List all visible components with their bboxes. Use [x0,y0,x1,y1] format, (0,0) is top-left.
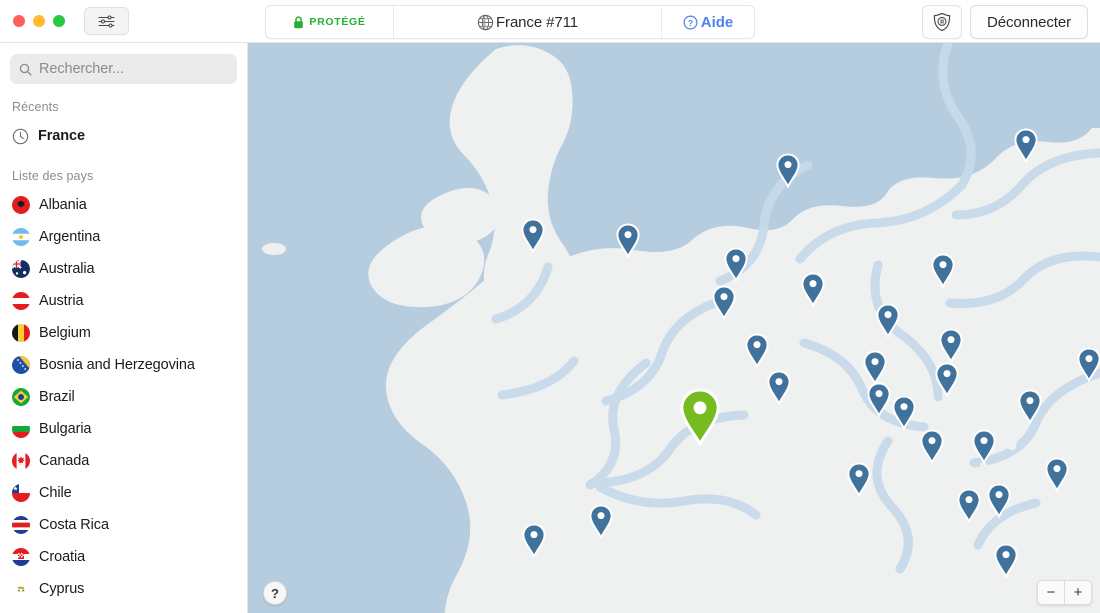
country-list: Albania Argentina Australia Austria Belg… [0,188,247,605]
flag-bulgaria-icon [12,420,30,438]
flag-chile-icon [12,484,30,502]
country-item-label: Belgium [39,325,91,341]
country-item-cyprus[interactable]: Cyprus [0,573,247,605]
flag-canada-icon [12,452,30,470]
country-item-costa-rica[interactable]: Costa Rica [0,509,247,541]
country-item-label: Canada [39,453,90,469]
search-icon [19,63,32,76]
country-item-albania[interactable]: Albania [0,189,247,221]
titlebar: PROTÉGÉ France #711 ? Aide Déconnecter [0,0,1100,43]
vpn-app-window: PROTÉGÉ France #711 ? Aide Déconnecter R… [0,0,1100,613]
country-item-canada[interactable]: Canada [0,445,247,477]
close-button[interactable] [13,15,25,27]
map-canvas[interactable]: ? − + [248,43,1100,613]
question-circle-icon: ? [683,15,698,29]
flag-albania-icon [12,196,30,214]
clock-icon [12,128,29,144]
map-help-button[interactable]: ? [263,581,287,605]
pause-button[interactable] [922,5,963,39]
main-content: Rechercher... Récents France Liste des p… [0,43,1100,613]
recents-label: Récents [12,100,59,114]
lock-icon [294,15,304,28]
country-item-belgium[interactable]: Belgium [0,317,247,349]
flag-belgium-icon [12,324,30,342]
country-item-chile[interactable]: Chile [0,477,247,509]
recent-item-france[interactable]: France [0,119,247,153]
country-item-label: Bosnia and Herzegovina [39,357,195,373]
country-item-bulgaria[interactable]: Bulgaria [0,413,247,445]
protected-status[interactable]: PROTÉGÉ [266,6,394,38]
toolbar-right-group: Déconnecter [922,5,1088,39]
flag-argentina-icon [12,228,30,246]
search-input[interactable]: Rechercher... [10,54,237,84]
disconnect-button[interactable]: Déconnecter [970,5,1088,39]
search-container: Rechercher... [0,43,247,84]
country-item-label: Bulgaria [39,421,92,437]
flag-costarica-icon [12,516,30,534]
country-item-label: Albania [39,197,87,213]
country-item-brazil[interactable]: Brazil [0,381,247,413]
search-placeholder: Rechercher... [39,61,124,77]
recent-item-label: France [38,128,85,144]
zoom-out-button[interactable]: − [1038,581,1065,604]
country-item-label: Australia [39,261,95,277]
globe-icon [477,14,494,30]
country-item-label: Brazil [39,389,75,405]
flag-brazil-icon [12,388,30,406]
country-item-label: Cyprus [39,581,85,597]
country-item-argentina[interactable]: Argentina [0,221,247,253]
minimize-button[interactable] [33,15,45,27]
server-selector[interactable]: France #711 [394,6,662,38]
map-zoom-controls: − + [1037,580,1092,605]
country-item-austria[interactable]: Austria [0,285,247,317]
country-item-label: Costa Rica [39,517,109,533]
country-item-australia[interactable]: Australia [0,253,247,285]
help-label: Aide [700,13,734,31]
country-item-label: Argentina [39,229,101,245]
country-item-label: Croatia [39,549,86,565]
country-item-label: Chile [39,485,72,501]
sidebar: Rechercher... Récents France Liste des p… [0,43,248,613]
flag-australia-icon [12,260,30,278]
country-item-croatia[interactable]: Croatia [0,541,247,573]
zoom-in-button[interactable]: + [1065,581,1091,604]
server-label: France #711 [495,13,578,31]
traffic-lights [0,15,65,27]
country-item-label: Austria [39,293,84,309]
flag-bosnia-icon [12,356,30,374]
flag-croatia-icon [12,548,30,566]
shield-pause-icon [933,12,951,32]
protected-label: PROTÉGÉ [309,16,366,28]
map-landmasses [248,43,1100,613]
country-list-label: Liste des pays [12,169,94,183]
flag-cyprus-icon [12,580,30,598]
sliders-icon [98,14,115,28]
help-button[interactable]: ? Aide [662,6,754,38]
svg-text:?: ? [688,17,693,27]
flag-austria-icon [12,292,30,310]
toolbar-status-group: PROTÉGÉ France #711 ? Aide [265,5,755,39]
sliders-button[interactable] [84,7,129,35]
maximize-button[interactable] [53,15,65,27]
country-item-bosnia-and-herzegovina[interactable]: Bosnia and Herzegovina [0,349,247,381]
